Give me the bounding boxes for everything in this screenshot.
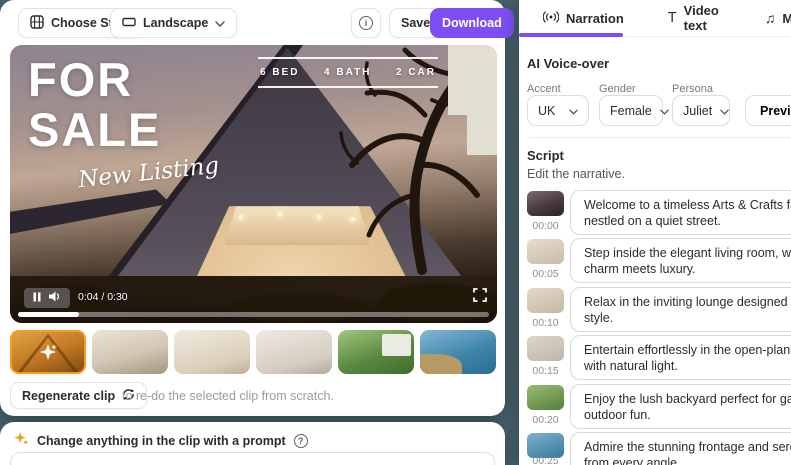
stat-beds: 6 BED <box>260 67 299 78</box>
prompt-input[interactable] <box>10 452 495 465</box>
active-tab-underline <box>519 33 623 37</box>
orientation-label: Landscape <box>143 16 208 30</box>
persona-select[interactable]: Juliet <box>672 95 730 126</box>
download-button[interactable]: Download <box>430 8 514 38</box>
voiceover-heading: AI Voice-over <box>527 56 609 71</box>
tab-narration[interactable]: Narration <box>519 0 636 36</box>
script-timestamp: 00:00 <box>527 220 564 232</box>
script-thumb-backyard <box>527 385 564 410</box>
script-line-input[interactable]: Relax in the inviting lounge designed fo… <box>570 287 791 332</box>
chevron-down-icon <box>720 104 729 118</box>
script-thumb-living-room <box>527 239 564 264</box>
narration-icon <box>543 11 559 26</box>
tab-narration-label: Narration <box>566 11 624 26</box>
info-icon: i <box>359 16 373 30</box>
sparkle-icon <box>12 332 84 372</box>
music-note-icon: ♫ <box>765 11 776 25</box>
progress-fill <box>18 312 79 317</box>
script-line-input[interactable]: Admire the stunning frontage and serene … <box>570 432 791 465</box>
clip-thumbnail-bedroom[interactable] <box>174 330 250 374</box>
playback-controls[interactable] <box>24 288 70 308</box>
accent-value: UK <box>538 104 555 118</box>
persona-label: Persona <box>672 83 713 95</box>
stat-cars: 2 CAR <box>396 67 436 78</box>
tab-music-label: Music <box>782 11 791 26</box>
stats-rule-bottom <box>258 86 438 88</box>
fullscreen-icon[interactable] <box>473 288 487 307</box>
stat-baths: 4 BATH <box>324 67 371 78</box>
time-display: 0:04 / 0:30 <box>78 291 128 303</box>
script-subheading: Edit the narrative. <box>527 167 625 181</box>
preview-voice-button[interactable]: Preview <box>745 95 791 126</box>
panel-tabs: Narration T Video text ♫ Music <box>519 0 791 37</box>
script-thumb-lounge <box>527 288 564 313</box>
section-divider <box>527 137 791 138</box>
title-line-2: SALE <box>28 105 161 155</box>
accent-select[interactable]: UK <box>527 95 589 126</box>
download-label: Download <box>442 16 502 30</box>
progress-bar[interactable] <box>18 312 489 317</box>
help-icon[interactable]: ? <box>294 434 308 448</box>
regenerate-label: Regenerate clip <box>22 389 115 403</box>
video-title-overlay: FOR SALE <box>28 55 161 155</box>
script-line-input[interactable]: Welcome to a timeless Arts & Crafts fami… <box>570 190 791 235</box>
style-grid-icon <box>30 15 44 32</box>
gender-value: Female <box>610 104 652 118</box>
prompt-title: Change anything in the clip with a promp… <box>37 434 286 448</box>
script-thumb-kitchen <box>527 336 564 361</box>
script-timestamp: 00:20 <box>527 414 564 426</box>
script-line-input[interactable]: Entertain effortlessly in the open-plan … <box>570 335 791 380</box>
title-line-1: FOR <box>28 55 161 105</box>
clip-thumbnail-coastline[interactable] <box>420 330 496 374</box>
tab-video-text[interactable]: T Video text <box>656 0 731 36</box>
text-icon: T <box>668 11 677 26</box>
script-heading: Script <box>527 148 564 163</box>
orientation-dropdown[interactable]: Landscape <box>110 8 237 38</box>
clip-thumbnail-backyard[interactable] <box>338 330 414 374</box>
tab-music[interactable]: ♫ Music <box>753 0 791 36</box>
preview-label: Preview <box>760 104 791 118</box>
clip-thumbnail-kitchen[interactable] <box>256 330 332 374</box>
sparkle-icon <box>14 431 29 451</box>
clip-thumbnail-living-room[interactable] <box>92 330 168 374</box>
volume-icon[interactable] <box>49 289 61 307</box>
template-corner-block <box>467 115 497 155</box>
script-timestamp: 00:10 <box>527 317 564 329</box>
gender-select[interactable]: Female <box>599 95 663 126</box>
persona-value: Juliet <box>683 104 712 118</box>
script-line-input[interactable]: Enjoy the lush backyard perfect for gath… <box>570 384 791 429</box>
script-timestamp: 00:05 <box>527 268 564 280</box>
script-thumb-exterior <box>527 191 564 216</box>
script-timestamp: 00:25 <box>527 455 564 465</box>
property-stats-overlay: 6 BED 4 BATH 2 CAR <box>258 57 438 88</box>
info-button[interactable]: i <box>351 8 381 38</box>
landscape-icon <box>122 16 136 31</box>
chevron-down-icon <box>569 104 578 118</box>
clip-thumbnail-exterior[interactable] <box>10 330 86 374</box>
tab-video-text-label: Video text <box>684 3 719 33</box>
script-line-input[interactable]: Step inside the elegant living room, whe… <box>570 238 791 283</box>
chevron-down-icon <box>660 104 669 118</box>
video-player[interactable]: FOR SALE New Listing 6 BED 4 BATH 2 CAR … <box>10 45 497 323</box>
gender-label: Gender <box>599 83 636 95</box>
template-corner-block <box>448 45 497 115</box>
save-label: Save <box>401 16 430 30</box>
accent-label: Accent <box>527 83 561 95</box>
script-timestamp: 00:15 <box>527 365 564 377</box>
pause-icon[interactable] <box>33 289 41 307</box>
chevron-down-icon <box>215 16 225 30</box>
regenerate-helper-text: to re-do the selected clip from scratch. <box>122 389 334 403</box>
